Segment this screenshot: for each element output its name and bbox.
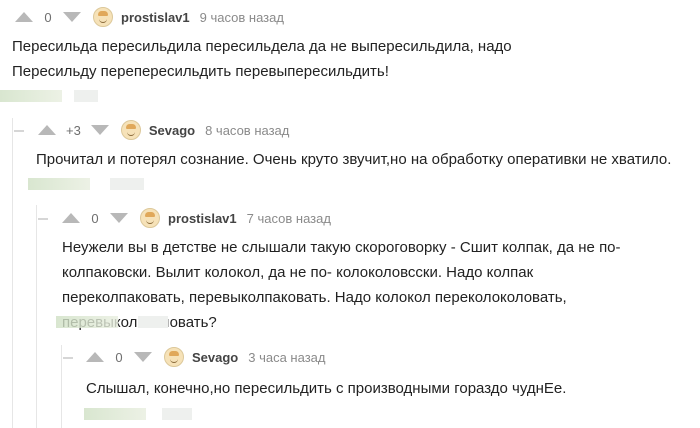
arrow-down-icon[interactable] xyxy=(134,352,152,362)
arrow-up-icon[interactable] xyxy=(15,12,33,22)
comment-time[interactable]: 8 часов назад xyxy=(205,123,289,138)
comment-text: Слышал, конечно,но пересильдить с произв… xyxy=(86,380,567,397)
comment-author[interactable]: Sevago xyxy=(192,350,238,365)
collapse-toggle[interactable] xyxy=(14,130,24,132)
comment-rating: 0 xyxy=(91,210,99,226)
thread-line-level-2 xyxy=(36,205,37,428)
comment-author[interactable]: prostislav1 xyxy=(121,10,190,25)
comment-time[interactable]: 3 часа назад xyxy=(248,350,325,365)
comment-time[interactable]: 7 часов назад xyxy=(247,211,331,226)
comment-author[interactable]: prostislav1 xyxy=(168,211,237,226)
arrow-down-icon[interactable] xyxy=(110,213,128,223)
thread-line-level-1 xyxy=(12,118,13,428)
user-avatar-icon[interactable] xyxy=(140,208,160,228)
comment-header: 0 Sevago 3 часа назад xyxy=(86,346,325,368)
comment-header: 0 prostislav1 9 часов назад xyxy=(15,6,284,28)
thread-line-level-3 xyxy=(61,345,62,428)
collapse-toggle[interactable] xyxy=(63,357,73,359)
arrow-up-icon[interactable] xyxy=(62,213,80,223)
comment-text: Прочитал и потерял сознание. Очень круто… xyxy=(36,151,672,168)
user-avatar-icon[interactable] xyxy=(164,347,184,367)
comment-text: Пересильда пересильдила пересильдела да … xyxy=(12,38,512,80)
comment-actions-blurred xyxy=(84,408,192,420)
comment-actions-blurred xyxy=(28,178,144,190)
user-avatar-icon[interactable] xyxy=(120,120,141,140)
comment-rating: 0 xyxy=(115,349,123,365)
collapse-toggle[interactable] xyxy=(38,218,48,220)
arrow-up-icon[interactable] xyxy=(38,125,56,135)
comment-header: +3 Sevago 8 часов назад xyxy=(38,119,289,141)
comment-rating: 0 xyxy=(44,9,52,25)
comment-actions-blurred xyxy=(56,316,168,328)
comment-actions-blurred xyxy=(0,90,98,102)
arrow-up-icon[interactable] xyxy=(86,352,104,362)
user-avatar-icon[interactable] xyxy=(93,7,113,27)
comment-author[interactable]: Sevago xyxy=(149,123,195,138)
arrow-down-icon[interactable] xyxy=(90,125,109,135)
comment-time[interactable]: 9 часов назад xyxy=(200,10,284,25)
arrow-down-icon[interactable] xyxy=(63,12,81,22)
comment-header: 0 prostislav1 7 часов назад xyxy=(62,207,331,229)
comment-rating: +3 xyxy=(66,122,81,138)
